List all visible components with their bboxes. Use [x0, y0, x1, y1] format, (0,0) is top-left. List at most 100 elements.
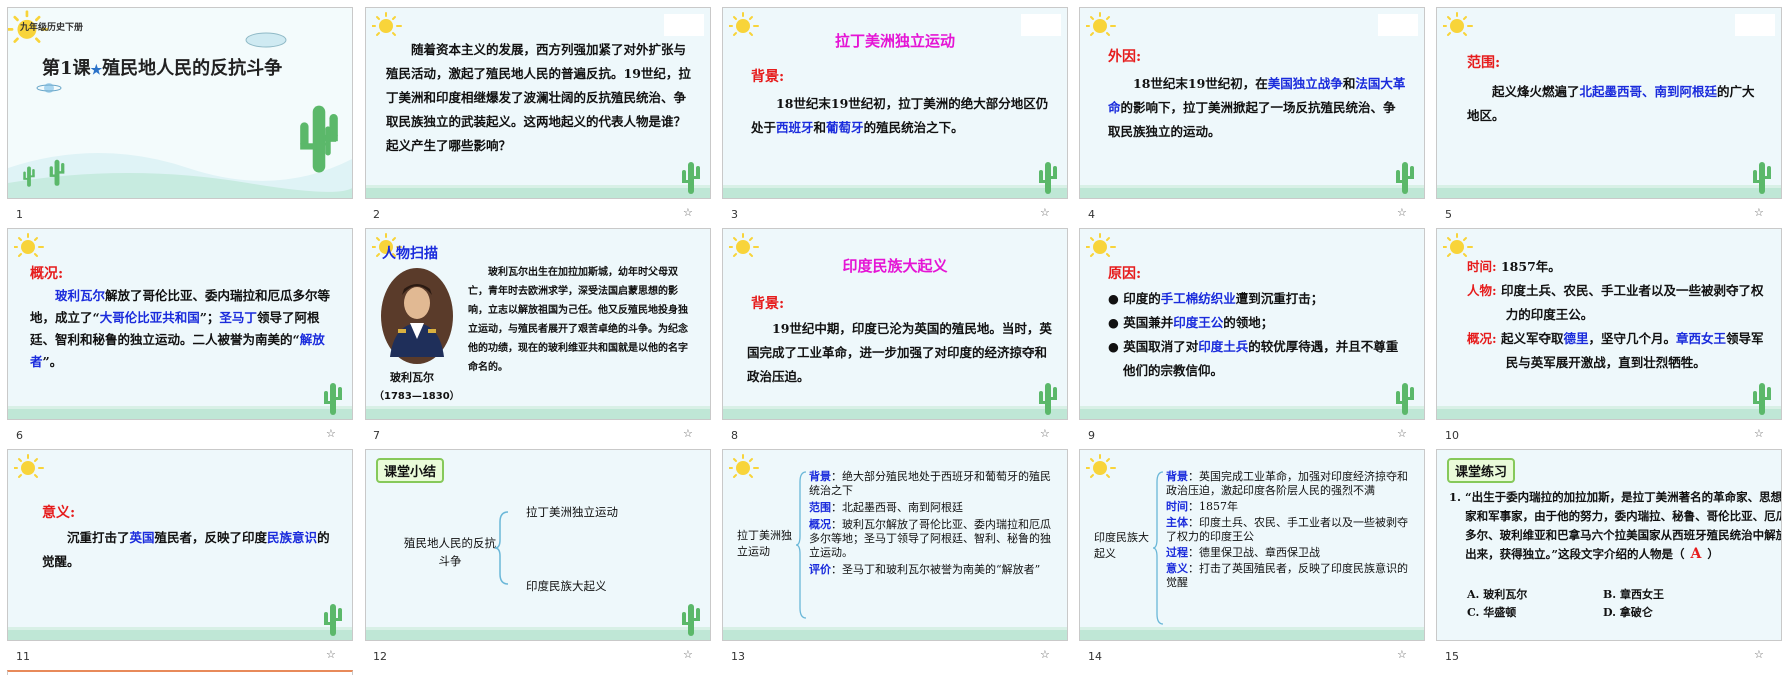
- summary-item: 时间：1857年: [1166, 500, 1238, 513]
- significance-text: 沉重打击了英国殖民者，反映了印度民族意识的觉醒。: [42, 530, 330, 569]
- star-icon: ☆: [683, 427, 693, 440]
- slide-thumbnail-9[interactable]: 原因: ● 印度的手工棉纺织业遭到沉重打击； ● 英国兼并印度王公的领地； ● …: [1079, 228, 1425, 420]
- keyword: 印度王公: [1173, 315, 1224, 330]
- mindmap-branch: 拉丁美洲独立运动: [526, 505, 618, 519]
- planet-icon: [36, 83, 62, 93]
- star-icon: ☆: [1754, 427, 1764, 440]
- keyword: 德里: [1563, 331, 1589, 346]
- ground: [723, 188, 1067, 198]
- external-cause-text: 18世纪末19世纪初，在美国独立战争和法国大革命的影响下，拉丁美洲掀起了一场反抗…: [1108, 76, 1406, 139]
- slide-thumbnail-12[interactable]: 课堂小结 殖民地人民的反抗斗争 拉丁美洲独立运动 印度民族大起义: [365, 449, 711, 641]
- slide-number: 8: [731, 429, 738, 442]
- ground: [8, 409, 352, 419]
- slide-thumbnail-8[interactable]: 印度民族大起义 背景: 19世纪中期，印度已沦为英国的殖民地。当时，英国完成了工…: [722, 228, 1068, 420]
- slide-number: 14: [1088, 650, 1102, 663]
- star-icon: ☆: [326, 427, 336, 440]
- slide-thumbnail-14[interactable]: 印度民族大起义 背景：英国完成工业革命，加强对印度经济掠夺和政治压迫，激起印度各…: [1079, 449, 1425, 641]
- slide-thumbnail-3[interactable]: 拉丁美洲独立运动 背景: 18世纪末19世纪初，拉丁美洲的绝大部分地区仍处于西班…: [722, 7, 1068, 199]
- star-icon: ☆: [1754, 206, 1764, 219]
- star-icon: ☆: [1754, 648, 1764, 661]
- slide-thumbnail-6[interactable]: 概况: 玻利瓦尔解放了哥伦比亚、委内瑞拉和厄瓜多尔等地，成立了“大哥伦比亚共和国…: [7, 228, 353, 420]
- slide-number: 7: [373, 429, 380, 442]
- summary-item: 范围：北起墨西哥、南到阿根廷: [809, 501, 963, 514]
- background-label: 背景:: [751, 296, 785, 312]
- cactus-icon: [680, 602, 702, 636]
- keyword: 西班牙: [776, 120, 814, 135]
- keyword: 印度土兵: [1198, 339, 1249, 354]
- sun-icon: [372, 12, 406, 38]
- biography-text: 玻利瓦尔出生在加拉加斯城，幼年时父母双亡，青年时去欧洲求学，深受法国启蒙思想的影…: [468, 267, 688, 373]
- list-item: ● 印度的手工棉纺织业遭到沉重打击；: [1108, 291, 1324, 306]
- slide-thumbnail-11[interactable]: 意义: 沉重打击了英国殖民者，反映了印度民族意识的觉醒。: [7, 449, 353, 641]
- cloud-icon: [245, 32, 287, 48]
- cactus-icon: [1751, 381, 1773, 415]
- slide-number: 9: [1088, 429, 1095, 442]
- lesson-name: 殖民地人民的反抗斗争: [102, 58, 283, 79]
- section-title: 人物扫描: [382, 246, 438, 262]
- slide-thumbnail-10[interactable]: 时间: 1857年。 人物: 印度土兵、农民、手工业者以及一些被剥夺了权力的印度…: [1436, 228, 1782, 420]
- ground: [366, 188, 710, 198]
- cactus-icon: [322, 381, 344, 415]
- next-slide-edge[interactable]: [7, 670, 353, 675]
- cactus-icon: [1394, 160, 1416, 194]
- slide-thumbnail-2[interactable]: 随着资本主义的发展，西方列强加紧了对外扩张与殖民活动，激起了殖民地人民的普遍反抗…: [365, 7, 711, 199]
- ground: [723, 409, 1067, 419]
- slide-thumbnail-13[interactable]: 拉丁美洲独立运动 背景：绝大部分殖民地处于西班牙和葡萄牙的殖民统治之下 范围：北…: [722, 449, 1068, 641]
- cactus-icon: [22, 162, 36, 190]
- sun-icon: [14, 454, 48, 480]
- slide-number: 5: [1445, 208, 1452, 221]
- ground: [723, 630, 1067, 640]
- people-row: 人物: 印度土兵、农民、手工业者以及一些被剥夺了权力的印度王公。: [1467, 283, 1764, 322]
- placeholder-box: [1735, 14, 1775, 36]
- cactus-icon: [318, 118, 338, 162]
- overview-row: 概况: 起义军夺取德里，坚守几个月。章西女王领导军民与英军展开激战，直到壮烈牺牲…: [1467, 331, 1764, 370]
- summary-item: 评价：圣马丁和玻利瓦尔被誉为南美的“解放者”: [809, 563, 1041, 576]
- significance-label: 意义:: [42, 505, 76, 521]
- ground: [8, 630, 352, 640]
- background-label: 背景:: [751, 69, 785, 85]
- background-text: 18世纪末19世纪初，拉丁美洲的绝大部分地区仍处于西班牙和葡萄牙的殖民统治之下。: [751, 96, 1049, 135]
- star-icon: ☆: [1397, 206, 1407, 219]
- slide-title: 拉丁美洲独立运动: [834, 32, 955, 50]
- keyword: 英国: [129, 530, 155, 545]
- external-cause-label: 外因:: [1108, 49, 1142, 65]
- option-b[interactable]: B. 章西女王: [1603, 586, 1664, 604]
- option-a[interactable]: A. 玻利瓦尔: [1467, 586, 1603, 604]
- slide-number: 1: [16, 208, 23, 221]
- slide-title: 印度民族大起义: [842, 257, 948, 275]
- cactus-icon: [1037, 160, 1059, 194]
- mindmap-brace: [494, 511, 509, 585]
- keyword: 圣马丁: [219, 310, 257, 325]
- slide-number: 15: [1445, 650, 1459, 663]
- lesson-title: 第1课★殖民地人民的反抗斗争: [42, 54, 282, 80]
- star-icon: ☆: [683, 206, 693, 219]
- cactus-icon: [1751, 160, 1773, 194]
- summary-item: 过程：德里保卫战、章西保卫战: [1166, 546, 1320, 559]
- summary-item: 背景：英国完成工业革命，加强对印度经济掠夺和政治压迫，激起印度各阶层人民的强烈不…: [1166, 470, 1408, 497]
- sun-icon: [1443, 12, 1477, 38]
- cactus-icon: [680, 160, 702, 194]
- slide-thumbnail-4[interactable]: 外因: 18世纪末19世纪初，在美国独立战争和法国大革命的影响下，拉丁美洲掀起了…: [1079, 7, 1425, 199]
- cactus-icon: [1394, 381, 1416, 415]
- option-d[interactable]: D. 拿破仑: [1603, 604, 1653, 622]
- cactus-icon: [322, 602, 344, 636]
- star-icon: ☆: [1397, 648, 1407, 661]
- summary-item: 背景：绝大部分殖民地处于西班牙和葡萄牙的殖民统治之下: [809, 470, 1051, 497]
- answer-mark: A: [1690, 546, 1702, 562]
- grade-label: 九年级历史下册: [20, 23, 84, 33]
- keyword: 玻利瓦尔: [55, 288, 106, 303]
- slide-number: 3: [731, 208, 738, 221]
- slide-thumbnail-5[interactable]: 范围: 起义烽火燃遍了北起墨西哥、南到阿根廷的广大地区。: [1436, 7, 1782, 199]
- keyword: 手工棉纺织业: [1160, 291, 1236, 306]
- portrait-image: [381, 268, 453, 364]
- summary-item: 意义：打击了英国殖民者，反映了印度民族意识的觉醒: [1166, 562, 1408, 589]
- sun-icon: [1086, 12, 1120, 38]
- summary-item: 概况：玻利瓦尔解放了哥伦比亚、委内瑞拉和厄瓜多尔等地；圣马丁领导了阿根廷、智利、…: [809, 518, 1051, 559]
- slide-thumbnail-7[interactable]: 人物扫描 玻利瓦尔 （1783—1830） 玻利瓦尔出生在加拉加斯城，幼年时父母…: [365, 228, 711, 420]
- ground: [1080, 630, 1424, 640]
- option-c[interactable]: C. 华盛顿: [1467, 604, 1603, 622]
- mindmap-branch: 印度民族大起义: [526, 579, 607, 593]
- sun-icon: [14, 233, 48, 259]
- slide-thumbnail-1[interactable]: 九年级历史下册 第1课★殖民地人民的反抗斗争: [7, 7, 353, 199]
- slide-thumbnail-15[interactable]: 课堂练习 1. “出生于委内瑞拉的加拉加斯，是拉丁美洲著名的革命家、思想家和军事…: [1436, 449, 1782, 641]
